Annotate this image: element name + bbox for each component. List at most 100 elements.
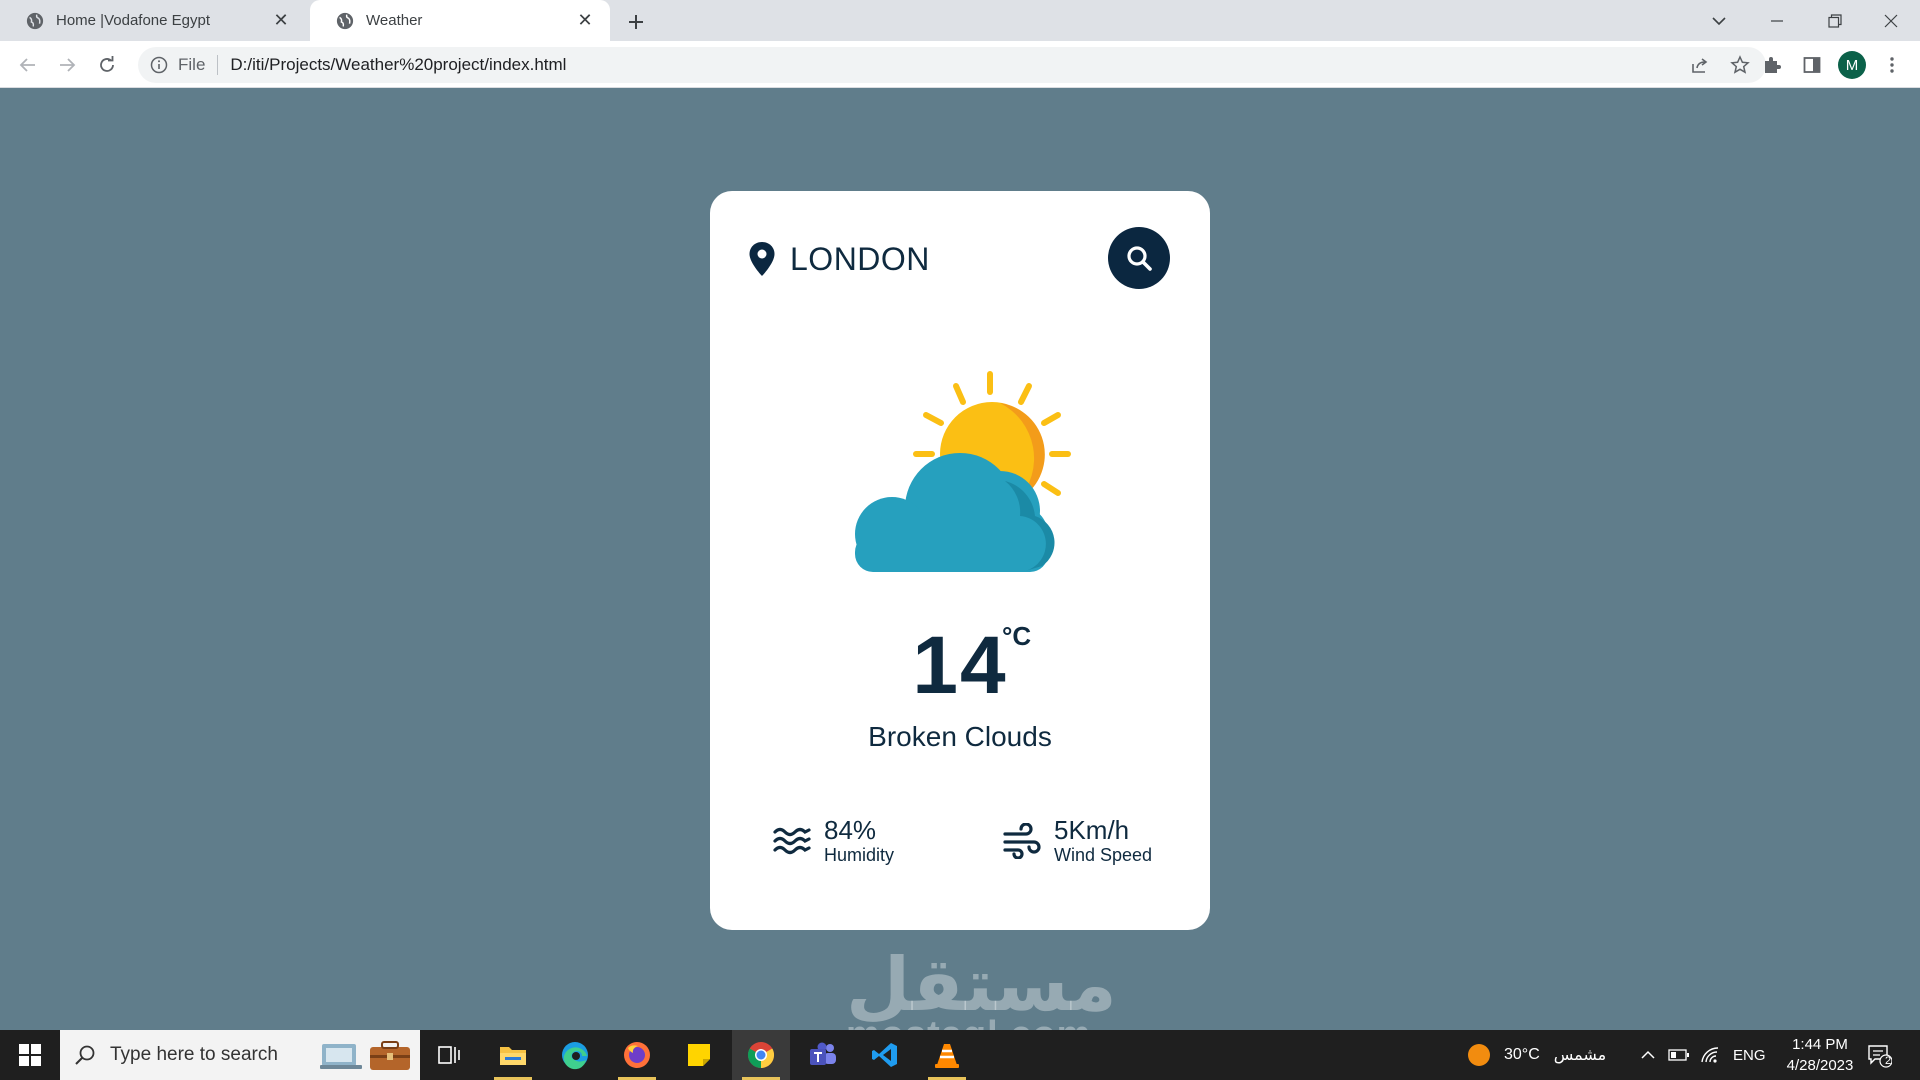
edge-app[interactable]	[546, 1030, 604, 1080]
battery-indicator[interactable]	[1668, 1030, 1690, 1080]
tab-title: Weather	[366, 12, 423, 29]
task-view-button[interactable]	[420, 1030, 478, 1080]
more-vertical-icon	[1890, 57, 1894, 73]
new-tab-button[interactable]	[622, 8, 650, 36]
watermark-logo: مستقل mostaql.com	[846, 942, 1117, 1030]
globe-icon	[336, 12, 354, 29]
address-divider	[217, 55, 219, 75]
url-text[interactable]: D:/iti/Projects/Weather%20project/index.…	[230, 55, 566, 75]
edge-browser-icon	[562, 1042, 588, 1070]
clock-time: 1:44 PM	[1792, 1036, 1848, 1053]
puzzle-icon	[1765, 57, 1781, 73]
minimize-button[interactable]	[1748, 0, 1806, 41]
side-panel-icon	[1803, 57, 1821, 73]
extensions-button[interactable]	[1756, 49, 1788, 81]
city-name: LONDON	[790, 241, 930, 277]
bookmark-button[interactable]	[1724, 47, 1756, 83]
vscode-app[interactable]	[856, 1030, 914, 1080]
close-window-button[interactable]	[1862, 0, 1920, 41]
weather-description: Broken Clouds	[868, 721, 1052, 752]
start-button[interactable]	[0, 1030, 60, 1080]
search-button[interactable]	[1108, 227, 1170, 289]
address-bar[interactable]: File D:/iti/Projects/Weather%20project/i…	[138, 47, 1766, 83]
tab-strip: Home |Vodafone Egypt ✕ Weather ✕	[0, 0, 1920, 41]
chevron-up-icon	[1641, 1050, 1655, 1059]
language-indicator[interactable]: ENG	[1733, 1030, 1766, 1080]
arrow-right-icon	[60, 58, 76, 72]
tab-weather[interactable]: Weather ✕	[310, 0, 610, 41]
taskbar-search-placeholder: Type here to search	[110, 1044, 278, 1065]
share-icon	[1692, 58, 1708, 73]
firefox-app[interactable]	[608, 1030, 666, 1080]
weather-widget[interactable]: 30°C مشمس	[1466, 1030, 1606, 1080]
chevron-down-icon	[1712, 16, 1726, 25]
weather-card: LONDON 14 °C Broken Clouds 84% Humidity …	[710, 191, 1210, 930]
scheme-label: File	[178, 55, 206, 74]
chrome-app[interactable]	[732, 1030, 790, 1080]
forward-button[interactable]	[51, 49, 83, 81]
teams-app[interactable]	[794, 1030, 852, 1080]
profile-button[interactable]: M	[1836, 49, 1868, 81]
temperature-unit: °C	[1002, 621, 1032, 651]
battery-icon	[1668, 1049, 1689, 1061]
browser-toolbar: File D:/iti/Projects/Weather%20project/i…	[0, 41, 1920, 88]
wind-stat: 5Km/h Wind Speed	[1002, 816, 1152, 866]
file-explorer-app[interactable]	[484, 1030, 542, 1080]
tab-search-button[interactable]	[1690, 0, 1748, 41]
minimize-icon	[1771, 19, 1783, 22]
wifi-icon	[1701, 1047, 1719, 1063]
humidity-label: Humidity	[824, 845, 895, 865]
globe-icon	[26, 12, 44, 29]
humidity-stat: 84% Humidity	[772, 816, 894, 866]
wind-value: 5Km/h	[1054, 815, 1130, 845]
sun-icon	[1468, 1044, 1490, 1066]
firefox-icon	[624, 1042, 650, 1068]
notifications-button[interactable]: 2	[1866, 1030, 1892, 1080]
plus-icon	[629, 15, 643, 29]
location-pin-icon	[749, 242, 775, 276]
chrome-icon	[747, 1042, 775, 1069]
tray-temperature: 30°C	[1504, 1046, 1540, 1063]
back-button[interactable]	[12, 49, 44, 81]
reload-button[interactable]	[91, 49, 123, 81]
search-icon	[1127, 246, 1152, 271]
vlc-cone-icon	[935, 1044, 959, 1068]
hidden-icons-button[interactable]	[1640, 1030, 1656, 1080]
close-tab-icon[interactable]: ✕	[576, 10, 594, 30]
vscode-icon	[872, 1043, 897, 1067]
avatar: M	[1838, 51, 1866, 79]
sticky-notes-app[interactable]	[670, 1030, 728, 1080]
close-tab-icon[interactable]: ✕	[272, 10, 290, 30]
partly-cloudy-icon	[855, 371, 1071, 572]
star-icon	[1730, 55, 1750, 74]
humidity-text: 84% Humidity	[824, 816, 894, 866]
restore-button[interactable]	[1806, 0, 1864, 41]
briefcase-promo-icon[interactable]	[320, 1038, 412, 1072]
clock-date: 4/28/2023	[1786, 1057, 1854, 1074]
close-icon	[1884, 14, 1898, 27]
browser-menu-button[interactable]	[1876, 49, 1908, 81]
wind-label: Wind Speed	[1054, 845, 1153, 865]
arrow-left-icon	[19, 58, 35, 72]
watermark-arabic: مستقل	[846, 942, 1117, 1028]
task-view-icon	[438, 1046, 460, 1064]
info-icon[interactable]	[150, 56, 168, 74]
humidity-value: 84%	[824, 815, 877, 845]
reload-icon	[100, 56, 114, 72]
teams-icon	[810, 1042, 836, 1065]
tray-weather-text: مشمس	[1553, 1047, 1607, 1064]
tab-vodafone[interactable]: Home |Vodafone Egypt ✕	[0, 0, 306, 41]
wind-icon	[1003, 823, 1041, 859]
page-viewport: LONDON 14 °C Broken Clouds 84% Humidity …	[0, 88, 1920, 1030]
taskbar-search-box[interactable]: Type here to search	[60, 1030, 420, 1080]
temperature-value: 14	[912, 620, 1008, 711]
share-button[interactable]	[1684, 47, 1716, 83]
watermark-latin: mostaql.com	[846, 1016, 1090, 1030]
clock[interactable]: 1:44 PM 4/28/2023	[1770, 1034, 1870, 1076]
temperature: 14 °C	[710, 621, 1210, 711]
taskbar: Type here to search 30°C مشمس ENG 1:44 P…	[0, 1030, 1920, 1080]
network-indicator[interactable]	[1700, 1030, 1720, 1080]
search-icon	[75, 1045, 95, 1065]
side-panel-button[interactable]	[1796, 49, 1828, 81]
vlc-app[interactable]	[918, 1030, 976, 1080]
